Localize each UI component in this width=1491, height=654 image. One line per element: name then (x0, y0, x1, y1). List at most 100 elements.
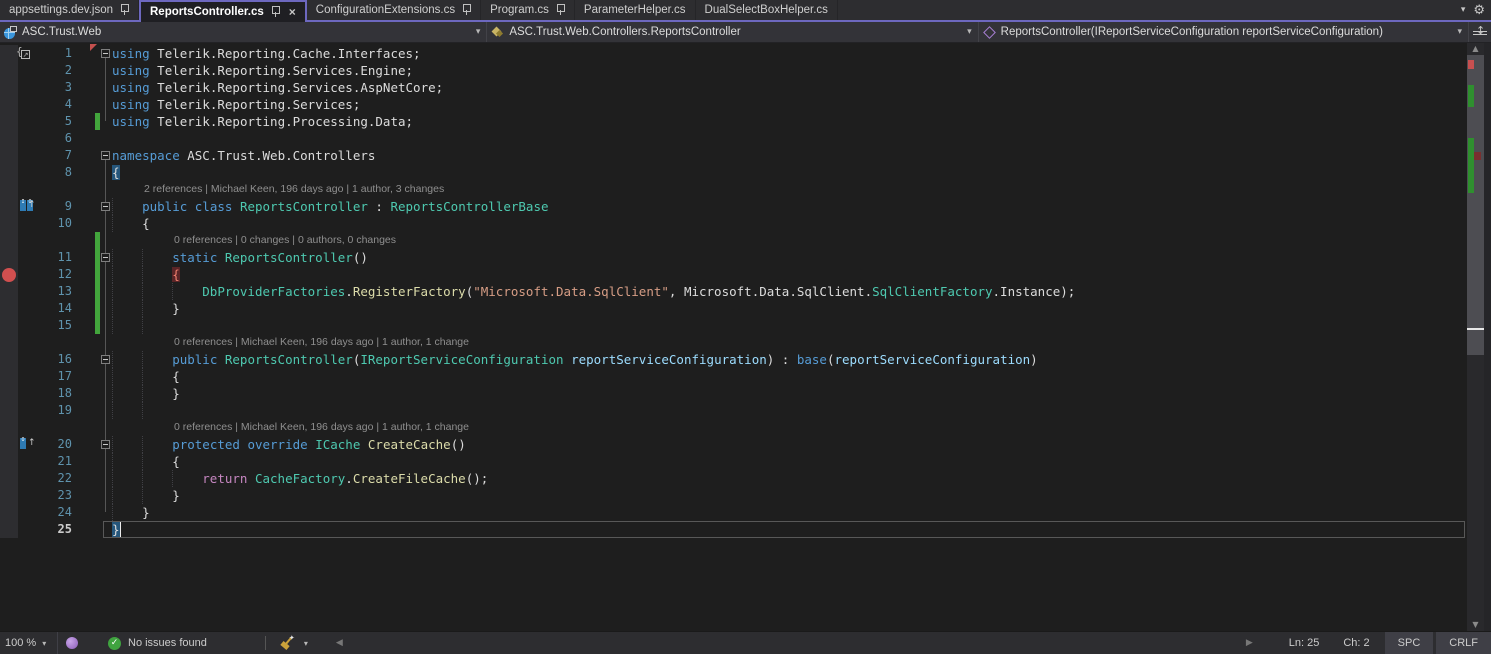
hscroll-left-arrow-icon[interactable]: ◀ (336, 638, 343, 648)
line-content[interactable]: using Telerik.Reporting.Services.Engine; (112, 62, 1467, 79)
line-content[interactable]: using Telerik.Reporting.Cache.Interfaces… (112, 45, 1467, 62)
tab-dualselectboxhelper-cs[interactable]: DualSelectBoxHelper.cs (696, 0, 838, 20)
collapse-region-icon[interactable] (101, 355, 110, 364)
breakpoint-margin[interactable] (0, 198, 18, 215)
breakpoint-margin[interactable] (0, 147, 18, 164)
line-content[interactable]: { (112, 164, 1467, 181)
collapse-region-icon[interactable] (101, 440, 110, 449)
close-icon[interactable]: × (289, 5, 296, 19)
line-content[interactable]: } (112, 521, 1467, 538)
collapse-region-icon[interactable] (101, 151, 110, 160)
line-ending-mode[interactable]: CRLF (1436, 632, 1491, 654)
breakpoint-margin[interactable] (0, 62, 18, 79)
codelens-text[interactable]: 2 references | Michael Keen, 196 days ag… (144, 181, 444, 198)
tab-program-cs[interactable]: Program.cs (481, 0, 575, 20)
copilot-icon[interactable] (66, 637, 78, 649)
line-content[interactable]: public ReportsController(IReportServiceC… (112, 351, 1467, 368)
breakpoint-margin[interactable] (0, 487, 18, 504)
scroll-up-arrow-icon[interactable]: ▲ (1467, 43, 1484, 55)
indent-mode[interactable]: SPC (1385, 632, 1434, 654)
split-editor-control[interactable] (1468, 22, 1491, 42)
line-content[interactable]: { (112, 453, 1467, 470)
line-content[interactable]: public class ReportsController : Reports… (112, 198, 1467, 215)
chevron-down-icon[interactable]: ▾ (304, 639, 308, 648)
pin-icon[interactable] (271, 6, 280, 18)
line-content[interactable]: { (112, 215, 1467, 232)
line-content[interactable]: } (112, 504, 1467, 521)
line-content[interactable] (112, 130, 1467, 147)
breakpoint-margin[interactable] (0, 266, 18, 283)
breakpoint-margin[interactable] (0, 334, 18, 351)
line-position[interactable]: Ln: 25 (1277, 637, 1332, 649)
member-dropdown[interactable]: ReportsController(IReportServiceConfigur… (979, 22, 1468, 42)
line-content[interactable]: using Telerik.Reporting.Services; (112, 96, 1467, 113)
line-content[interactable]: DbProviderFactories.RegisterFactory("Mic… (112, 283, 1467, 300)
pin-icon[interactable] (462, 4, 471, 16)
breakpoint-margin[interactable] (0, 351, 18, 368)
breakpoint-margin[interactable] (0, 436, 18, 453)
line-content[interactable]: return CacheFactory.CreateFileCache(); (112, 470, 1467, 487)
collapse-region-icon[interactable] (101, 202, 110, 211)
project-dropdown[interactable]: ASC.Trust.Web ▾ (0, 22, 487, 42)
line-content[interactable] (112, 402, 1467, 419)
code-editor[interactable]: 1using Telerik.Reporting.Cache.Interface… (0, 43, 1491, 631)
pin-icon[interactable] (556, 4, 565, 16)
breakpoint-margin[interactable] (0, 96, 18, 113)
column-position[interactable]: Ch: 2 (1331, 637, 1381, 649)
breakpoint-margin[interactable] (0, 79, 18, 96)
breakpoint-margin[interactable] (0, 419, 18, 436)
collapse-region-icon[interactable] (101, 49, 110, 58)
breakpoint-margin[interactable] (0, 300, 18, 317)
type-dropdown[interactable]: ASC.Trust.Web.Controllers.ReportsControl… (487, 22, 978, 42)
breakpoint-margin[interactable] (0, 113, 18, 130)
breakpoint-margin[interactable] (0, 283, 18, 300)
line-content[interactable]: using Telerik.Reporting.Processing.Data; (112, 113, 1467, 130)
line-content[interactable]: { (112, 368, 1467, 385)
line-content[interactable]: 2 references | Michael Keen, 196 days ag… (112, 181, 1467, 198)
breakpoint-margin[interactable] (0, 232, 18, 249)
line-content[interactable]: namespace ASC.Trust.Web.Controllers (112, 147, 1467, 164)
line-content[interactable]: { (112, 266, 1467, 283)
line-content[interactable]: static ReportsController() (112, 249, 1467, 266)
codelens-text[interactable]: 0 references | Michael Keen, 196 days ag… (174, 334, 469, 351)
tab-overflow-chevron-icon[interactable]: ▾ (1461, 5, 1466, 15)
tab-reportscontroller-cs[interactable]: ReportsController.cs× (139, 0, 307, 22)
line-content[interactable]: 0 references | Michael Keen, 196 days ag… (112, 334, 1467, 351)
codelens-text[interactable]: 0 references | 0 changes | 0 authors, 0 … (174, 232, 396, 249)
breakpoint-margin[interactable] (0, 453, 18, 470)
breakpoint-margin[interactable] (0, 470, 18, 487)
breakpoint-margin[interactable] (0, 402, 18, 419)
vertical-scrollbar[interactable]: ▲ ▼ (1467, 43, 1484, 631)
document-health-indicator[interactable]: ✓ No issues found (108, 637, 207, 650)
line-content[interactable]: 0 references | Michael Keen, 196 days ag… (112, 419, 1467, 436)
breakpoint-margin[interactable] (0, 181, 18, 198)
scroll-down-arrow-icon[interactable]: ▼ (1467, 619, 1484, 631)
breakpoint-margin[interactable] (0, 215, 18, 232)
breakpoint-margin[interactable] (0, 368, 18, 385)
collapse-region-icon[interactable] (101, 253, 110, 262)
breakpoint-icon[interactable] (2, 268, 16, 282)
breakpoint-margin[interactable] (0, 249, 18, 266)
breakpoint-margin[interactable] (0, 504, 18, 521)
line-content[interactable] (112, 317, 1467, 334)
line-content[interactable]: using Telerik.Reporting.Services.AspNetC… (112, 79, 1467, 96)
zoom-control[interactable]: 100 % ▾ (0, 632, 58, 654)
tab-appsettings-dev-json[interactable]: appsettings.dev.json (0, 0, 139, 20)
breakpoint-margin[interactable] (0, 164, 18, 181)
line-content[interactable]: protected override ICache CreateCache() (112, 436, 1467, 453)
line-content[interactable]: 0 references | 0 changes | 0 authors, 0 … (112, 232, 1467, 249)
line-content[interactable]: } (112, 487, 1467, 504)
breakpoint-margin[interactable] (0, 385, 18, 402)
breakpoint-margin[interactable] (0, 317, 18, 334)
breakpoint-margin[interactable] (0, 521, 18, 538)
line-content[interactable]: } (112, 300, 1467, 317)
codelens-text[interactable]: 0 references | Michael Keen, 196 days ag… (174, 419, 469, 436)
hscroll-right-arrow-icon[interactable]: ▶ (1246, 638, 1253, 648)
tab-parameterhelper-cs[interactable]: ParameterHelper.cs (575, 0, 696, 20)
pin-icon[interactable] (120, 4, 129, 16)
breakpoint-margin[interactable] (0, 130, 18, 147)
line-content[interactable]: } (112, 385, 1467, 402)
code-cleanup-broom-icon[interactable]: ✦ (280, 636, 296, 650)
tab-configurationextensions-cs[interactable]: ConfigurationExtensions.cs (307, 0, 481, 20)
settings-gear-icon[interactable]: ⚙ (1473, 3, 1485, 18)
